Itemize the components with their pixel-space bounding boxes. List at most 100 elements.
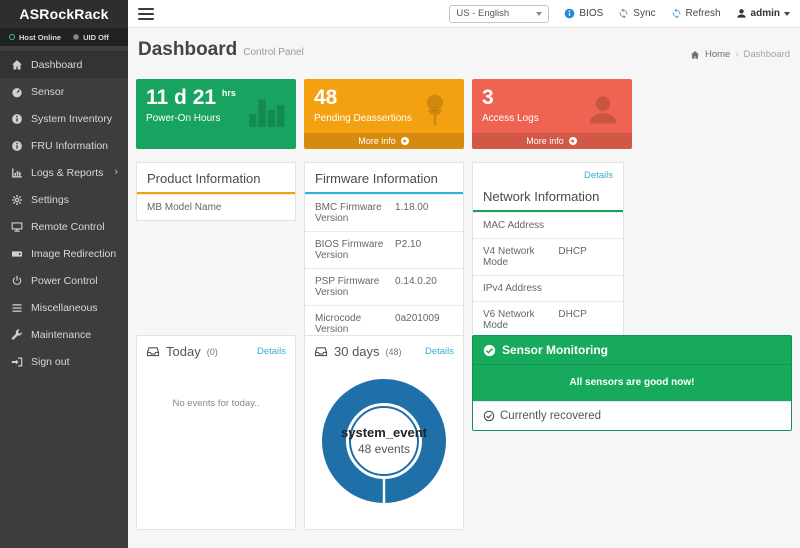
- network-details-link[interactable]: Details: [473, 163, 623, 181]
- table-row: BIOS Firmware Version P2.10: [305, 231, 463, 268]
- sidebar-item-logs-reports[interactable]: Logs & Reports ›: [0, 159, 128, 186]
- uid-off-icon: [73, 34, 79, 40]
- chevron-down-icon: [784, 12, 790, 16]
- more-info-label: More info: [358, 136, 396, 146]
- sidebar: ASRockRack Host Online UID Off Dashboard…: [0, 0, 128, 548]
- uid-status-label: UID Off: [83, 33, 109, 42]
- arrow-circle-right-icon: [568, 136, 578, 146]
- sensor-monitoring-title: Sensor Monitoring: [502, 343, 608, 357]
- uid-status: UID Off: [73, 33, 109, 42]
- pending-deassertions-card: 48 Pending Deassertions More info: [304, 79, 464, 149]
- wrench-icon: [10, 328, 23, 341]
- row-label: BIOS Firmware Version: [315, 239, 395, 261]
- breadcrumb-current: Dashboard: [744, 49, 790, 60]
- row-value: DHCP: [558, 246, 613, 268]
- table-row: PSP Firmware Version 0.14.0.20: [305, 268, 463, 305]
- page-title: Dashboard: [138, 39, 237, 61]
- today-title: Today: [166, 344, 201, 359]
- event-donut-chart: system_event 48 events: [305, 377, 463, 505]
- row-label: V6 Network Mode: [483, 309, 558, 331]
- row-value: 0.14.0.20: [395, 276, 453, 298]
- table-row: V6 Network Mode DHCP: [473, 301, 623, 338]
- thirty-days-details-link[interactable]: Details: [425, 346, 454, 357]
- list-icon: [10, 301, 23, 314]
- user-menu[interactable]: admin: [736, 8, 790, 19]
- bios-button[interactable]: BIOS: [564, 8, 603, 19]
- user-name: admin: [751, 8, 780, 19]
- sidebar-item-image-redirection[interactable]: Image Redirection: [0, 240, 128, 267]
- breadcrumb-separator: ›: [735, 49, 738, 60]
- bios-label: BIOS: [579, 8, 603, 19]
- sidebar-item-settings[interactable]: Settings: [0, 186, 128, 213]
- sidebar-item-label: Miscellaneous: [31, 302, 98, 314]
- host-online-icon: [9, 34, 15, 40]
- sync-label: Sync: [633, 8, 655, 19]
- refresh-icon: [671, 8, 682, 19]
- sidebar-item-miscellaneous[interactable]: Miscellaneous: [0, 294, 128, 321]
- sidebar-item-label: Dashboard: [31, 59, 82, 71]
- check-circle-icon: [483, 344, 496, 357]
- table-row: V4 Network Mode DHCP: [473, 238, 623, 275]
- sidebar-item-label: Sensor: [31, 86, 64, 98]
- more-info-link[interactable]: More info: [472, 133, 632, 149]
- gauge-icon: [10, 85, 23, 98]
- monitor-icon: [10, 220, 23, 233]
- sidebar-item-dashboard[interactable]: Dashboard: [0, 51, 128, 78]
- refresh-button[interactable]: Refresh: [671, 8, 721, 19]
- main-content: Dashboard Control Panel Home › Dashboard…: [128, 29, 800, 548]
- menu-toggle-icon[interactable]: [138, 8, 154, 20]
- row-value: [558, 283, 613, 294]
- sidebar-item-label: Remote Control: [31, 221, 105, 233]
- sidebar-item-label: Maintenance: [31, 329, 91, 341]
- host-status-strip: Host Online UID Off: [0, 28, 128, 46]
- home-icon: [690, 50, 700, 60]
- row-label: BMC Firmware Version: [315, 202, 395, 224]
- breadcrumb: Home › Dashboard: [690, 49, 790, 60]
- disc-icon: [10, 247, 23, 260]
- row-label: MAC Address: [483, 220, 558, 231]
- more-info-link[interactable]: More info: [304, 133, 464, 149]
- table-row: BMC Firmware Version 1.18.00: [305, 194, 463, 231]
- donut-center-sublabel: 48 events: [358, 442, 410, 456]
- network-information-title: Network Information: [473, 181, 623, 212]
- access-logs-value: 3: [482, 87, 622, 109]
- sidebar-item-fru-information[interactable]: FRU Information: [0, 132, 128, 159]
- sidebar-item-sensor[interactable]: Sensor: [0, 78, 128, 105]
- more-info-label: More info: [526, 136, 564, 146]
- sidebar-item-label: Settings: [31, 194, 69, 206]
- product-information-title: Product Information: [137, 163, 295, 194]
- events-row: Today (0) Details No events for today.. …: [136, 335, 792, 530]
- access-logs-label: Access Logs: [482, 113, 622, 124]
- content-header: Dashboard Control Panel Home › Dashboard: [138, 39, 790, 65]
- check-circle-outline-icon: [483, 410, 495, 422]
- sidebar-item-system-inventory[interactable]: System Inventory: [0, 105, 128, 132]
- sensor-monitoring-header: Sensor Monitoring: [473, 336, 791, 365]
- power-on-hours-value: 11 d 21 hrs: [146, 87, 286, 109]
- power-on-hours-label: Power-On Hours: [146, 113, 286, 124]
- product-information-panel: Product Information MB Model Name: [136, 162, 296, 221]
- gear-icon: [10, 193, 23, 206]
- no-events-text: No events for today..: [137, 398, 295, 409]
- inbox-icon: [146, 345, 160, 358]
- sidebar-item-power-control[interactable]: Power Control: [0, 267, 128, 294]
- today-details-link[interactable]: Details: [257, 346, 286, 357]
- sidebar-item-maintenance[interactable]: Maintenance: [0, 321, 128, 348]
- sidebar-item-label: Image Redirection: [31, 248, 116, 260]
- bar-chart-icon: [10, 166, 23, 179]
- pending-deassertions-value: 48: [314, 87, 454, 109]
- sidebar-item-remote-control[interactable]: Remote Control: [0, 213, 128, 240]
- language-select[interactable]: US - English: [449, 5, 549, 23]
- row-label: V4 Network Mode: [483, 246, 558, 268]
- sync-button[interactable]: Sync: [618, 8, 655, 19]
- breadcrumb-home[interactable]: Home: [705, 49, 730, 60]
- row-label: PSP Firmware Version: [315, 276, 395, 298]
- chevron-down-icon: [536, 12, 542, 16]
- info-circle-icon: [10, 112, 23, 125]
- today-count: (0): [207, 347, 218, 357]
- sidebar-item-sign-out[interactable]: Sign out: [0, 348, 128, 375]
- sensor-recovered-label: Currently recovered: [500, 410, 601, 422]
- sensor-monitoring-panel: Sensor Monitoring All sensors are good n…: [472, 335, 792, 431]
- thirty-days-title: 30 days: [334, 344, 380, 359]
- info-circle-icon: [10, 139, 23, 152]
- row-value: [227, 202, 285, 213]
